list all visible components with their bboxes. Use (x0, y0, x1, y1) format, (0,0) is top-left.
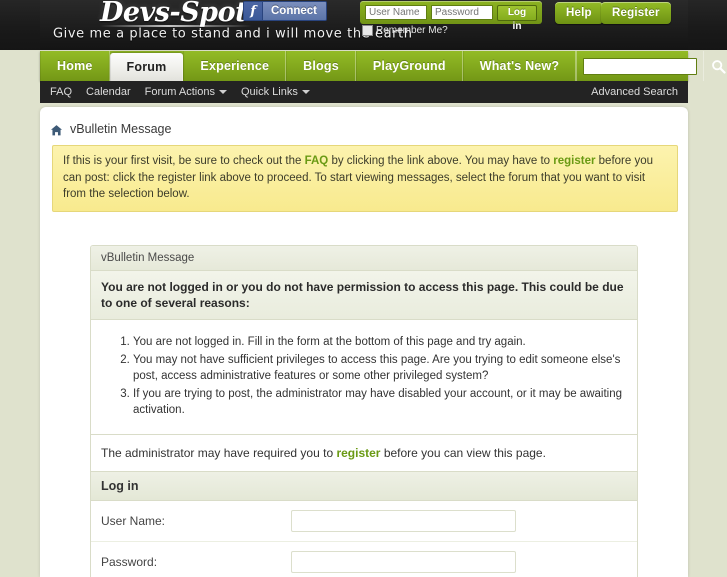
home-icon[interactable] (50, 124, 63, 137)
username-field-label: User Name: (101, 514, 291, 528)
remember-me-checkbox[interactable] (362, 25, 373, 36)
notice-faq-link[interactable]: FAQ (305, 155, 329, 167)
facebook-icon: f (244, 2, 263, 20)
subnav-item-calendar[interactable]: Calendar (86, 86, 131, 98)
list-item: You are not logged in. Fill in the form … (133, 334, 627, 352)
list-item: If you are trying to post, the administr… (133, 386, 627, 420)
chevron-down-icon (302, 90, 310, 94)
nav-search-group (576, 51, 727, 81)
primary-navigation: Home Forum Experience Blogs PlayGround W… (40, 51, 688, 81)
panel-title: vBulletin Message (91, 246, 637, 271)
nav-tab-blogs[interactable]: Blogs (286, 51, 356, 81)
nav-tab-home[interactable]: Home (40, 51, 110, 81)
admin-note-register-link[interactable]: register (336, 446, 380, 460)
subnav-item-forum-actions[interactable]: Forum Actions (145, 86, 227, 98)
nav-tab-whats-new[interactable]: What's New? (463, 51, 576, 81)
remember-me-label: Remember Me? (376, 25, 448, 36)
secondary-navigation: FAQ Calendar Forum Actions Quick Links A… (40, 81, 688, 103)
admin-note-part1: The administrator may have required you … (101, 446, 336, 460)
remember-me-group[interactable]: Remember Me? (362, 25, 448, 36)
facebook-connect-label: Connect (263, 2, 326, 20)
register-button[interactable]: Register (601, 2, 671, 24)
header-login-bar: Log in (360, 1, 542, 24)
help-button[interactable]: Help (555, 2, 603, 24)
nav-search-input[interactable] (583, 58, 697, 75)
subnav-calendar-label: Calendar (86, 86, 131, 98)
password-field[interactable] (291, 551, 516, 573)
site-header: Devs-Spot Give me a place to stand and i… (0, 0, 727, 50)
notice-register-link[interactable]: register (553, 155, 595, 167)
content-card: vBulletin Message If this is your first … (40, 107, 688, 577)
subnav-quick-links-label: Quick Links (241, 86, 298, 98)
form-row-password: Password: (91, 542, 637, 577)
facebook-connect-button[interactable]: f Connect (243, 1, 327, 21)
subnav-forum-actions-label: Forum Actions (145, 86, 215, 98)
reasons-list: You are not logged in. Fill in the form … (91, 320, 637, 435)
search-icon[interactable] (703, 51, 727, 81)
form-row-username: User Name: (91, 501, 637, 542)
notice-text-part1: If this is your first visit, be sure to … (63, 155, 305, 167)
username-field[interactable] (291, 510, 516, 532)
nav-tab-forum[interactable]: Forum (110, 53, 184, 81)
header-login-button[interactable]: Log in (497, 5, 537, 21)
chevron-down-icon (219, 90, 227, 94)
first-visit-notice: If this is your first visit, be sure to … (52, 145, 678, 212)
breadcrumb: vBulletin Message (50, 122, 171, 136)
admin-note-part2: before you can view this page. (380, 446, 545, 460)
header-username-input[interactable] (365, 5, 427, 20)
header-password-input[interactable] (431, 5, 493, 20)
password-field-label: Password: (101, 555, 291, 569)
nav-tab-experience[interactable]: Experience (183, 51, 286, 81)
advanced-search-link[interactable]: Advanced Search (591, 86, 678, 98)
login-section-header: Log in (91, 472, 637, 501)
subnav-item-quick-links[interactable]: Quick Links (241, 86, 310, 98)
notice-text-part2: by clicking the link above. You may have… (328, 155, 553, 167)
site-tagline: Give me a place to stand and i will move… (53, 26, 413, 42)
nav-tab-playground[interactable]: PlayGround (356, 51, 463, 81)
administrator-note: The administrator may have required you … (91, 435, 637, 472)
subnav-item-faq[interactable]: FAQ (50, 86, 72, 98)
breadcrumb-current-page: vBulletin Message (70, 122, 171, 136)
list-item: You may not have sufficient privileges t… (133, 352, 627, 386)
subnav-faq-label: FAQ (50, 86, 72, 98)
site-logo[interactable]: Devs-Spot (100, 0, 247, 28)
vbulletin-message-panel: vBulletin Message You are not logged in … (90, 245, 638, 577)
panel-heading: You are not logged in or you do not have… (91, 271, 637, 320)
